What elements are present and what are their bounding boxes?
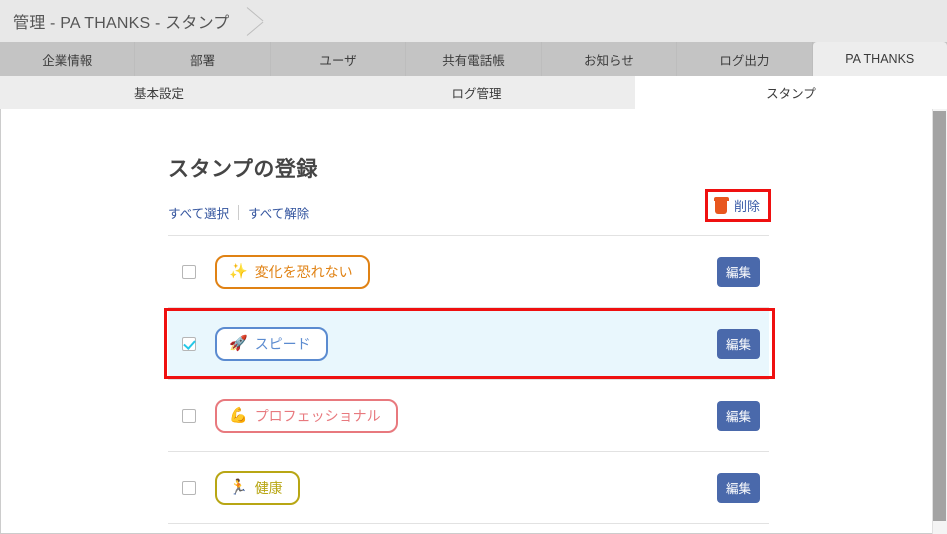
stamp-checkbox-cell	[168, 408, 215, 423]
stamp-label: スピード	[254, 335, 311, 352]
edit-button[interactable]: 編集	[716, 400, 760, 431]
stamp-checkbox-cell	[168, 480, 215, 495]
stamp-checkbox[interactable]	[182, 480, 196, 495]
edit-button[interactable]: 編集	[716, 472, 760, 503]
tab-7[interactable]: PA THANKS	[812, 42, 947, 76]
tab-4[interactable]: 共有電話帳	[406, 42, 542, 76]
deselect-all-link[interactable]: すべて解除	[248, 203, 309, 222]
subtab-2[interactable]: ログ管理	[318, 76, 635, 109]
tab-1[interactable]: 企業情報	[0, 42, 136, 76]
sub-tab-bar: 基本設定 ログ管理 スタンプ	[0, 76, 947, 109]
stamp-chip[interactable]: 💪 プロフェッショナル	[215, 398, 398, 433]
stamp-checkbox[interactable]	[182, 336, 196, 351]
tab-label: ログ出力	[719, 53, 770, 68]
link-divider	[238, 204, 240, 220]
row-divider	[168, 523, 769, 524]
delete-button-highlight: 削除	[704, 189, 771, 222]
app-window: 管理 - PA THANKS - スタンプ 企業情報 部署 ユーザ 共有電話帳 お知らせ…	[0, 0, 947, 534]
subtab-3[interactable]: スタンプ	[635, 76, 947, 109]
breadcrumb: 管理 - PA THANKS - スタンプ	[13, 15, 230, 32]
stamp-registration-panel: スタンプの登録 すべて選択 すべて解除 削除 ✨ 変化を恐れない 編集 🚀 スピ…	[164, 109, 775, 524]
delete-button[interactable]: 削除	[712, 196, 762, 215]
selection-links: すべて選択 すべて解除	[168, 201, 770, 223]
primary-tab-bar: 企業情報 部署 ユーザ 共有電話帳 お知らせ ログ出力 PA THANKS	[0, 42, 947, 76]
edit-button[interactable]: 編集	[716, 328, 760, 359]
tab-label: ユーザ	[319, 53, 357, 68]
tab-label: PA THANKS	[845, 52, 915, 66]
stamp-chip[interactable]: ✨ 変化を恐れない	[215, 254, 370, 289]
stamp-checkbox-cell	[168, 264, 215, 279]
tab-6[interactable]: ログ出力	[677, 42, 813, 76]
stamp-chip[interactable]: 🏃 健康	[215, 470, 300, 505]
content-area: スタンプの登録 すべて選択 すべて解除 削除 ✨ 変化を恐れない 編集 🚀 スピ…	[0, 109, 947, 534]
sparkles-icon: ✨	[229, 262, 248, 280]
stamp-toolbar: すべて選択 すべて解除 削除	[168, 189, 771, 235]
stamp-checkbox[interactable]	[182, 408, 196, 423]
tab-label: 共有電話帳	[442, 53, 505, 68]
stamp-label: 健康	[254, 479, 283, 496]
delete-button-label: 削除	[733, 199, 760, 214]
runner-icon: 🏃	[229, 478, 248, 496]
chevron-right-icon	[244, 0, 270, 42]
tab-label: 部署	[190, 53, 216, 68]
select-all-link[interactable]: すべて選択	[168, 203, 229, 222]
subtab-label: 基本設定	[133, 87, 184, 101]
tab-2[interactable]: 部署	[135, 42, 271, 76]
edit-button[interactable]: 編集	[716, 256, 760, 287]
tab-5[interactable]: お知らせ	[542, 42, 678, 76]
stamp-checkbox-cell	[168, 336, 215, 351]
tab-label: 企業情報	[42, 53, 93, 68]
vertical-scrollbar-thumb[interactable]	[933, 111, 946, 521]
stamp-list: ✨ 変化を恐れない 編集 🚀 スピード 編集 💪 プロフェッショナル 編集 🏃 健康 編集	[164, 236, 775, 524]
subtab-label: スタンプ	[766, 87, 816, 101]
tab-3[interactable]: ユーザ	[271, 42, 407, 76]
stamp-checkbox[interactable]	[182, 264, 196, 279]
stamp-row[interactable]: 💪 プロフェッショナル 編集	[168, 380, 769, 451]
stamp-row[interactable]: 🚀 スピード 編集	[164, 308, 775, 379]
tab-label: お知らせ	[584, 53, 634, 68]
trash-icon	[713, 197, 729, 214]
stamp-label: プロフェッショナル	[254, 407, 381, 424]
breadcrumb-bar: 管理 - PA THANKS - スタンプ	[0, 0, 947, 42]
stamp-row[interactable]: ✨ 変化を恐れない 編集	[168, 236, 769, 307]
stamp-label: 変化を恐れない	[254, 263, 353, 280]
subtab-1[interactable]: 基本設定	[0, 76, 318, 109]
stamp-chip[interactable]: 🚀 スピード	[215, 326, 328, 361]
stamp-row[interactable]: 🏃 健康 編集	[168, 452, 769, 523]
page-title: スタンプの登録	[168, 158, 318, 181]
subtab-label: ログ管理	[451, 87, 502, 101]
flexed-biceps-icon: 💪	[229, 406, 248, 424]
rocket-icon: 🚀	[229, 334, 248, 352]
